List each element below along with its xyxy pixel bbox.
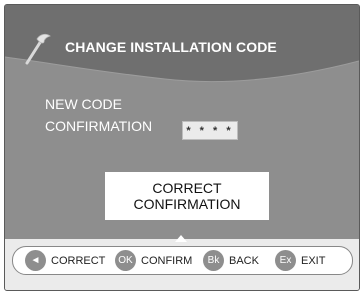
back-key-icon: Bk xyxy=(203,250,224,271)
exit-key-icon: Ex xyxy=(275,250,296,271)
hint-back[interactable]: Bk BACK xyxy=(203,250,259,271)
confirmation-code-field[interactable]: * * * * xyxy=(182,121,238,140)
hint-exit[interactable]: Ex EXIT xyxy=(275,250,325,271)
installation-code-dialog: CHANGE INSTALLATION CODE NEW CODE CONFIR… xyxy=(4,4,360,291)
new-code-label: NEW CODE xyxy=(45,96,122,112)
ok-key-icon: OK xyxy=(115,250,136,271)
wrench-icon xyxy=(25,33,51,65)
hint-correct-label: CORRECT xyxy=(51,254,106,267)
hint-exit-label: EXIT xyxy=(301,254,326,267)
scroll-up-icon xyxy=(175,235,187,242)
status-message: CORRECT CONFIRMATION xyxy=(105,172,269,220)
hint-confirm[interactable]: OK CONFIRM xyxy=(115,250,192,271)
hint-correct[interactable]: ◄ CORRECT xyxy=(25,250,105,271)
hint-confirm-label: CONFIRM xyxy=(141,254,193,267)
confirmation-label: CONFIRMATION xyxy=(45,118,153,134)
hint-back-label: BACK xyxy=(229,254,259,267)
status-message-line-1: CORRECT xyxy=(152,180,222,196)
left-arrow-key-icon: ◄ xyxy=(25,250,46,271)
status-message-line-2: CONFIRMATION xyxy=(133,196,241,212)
page-title: CHANGE INSTALLATION CODE xyxy=(65,39,277,55)
